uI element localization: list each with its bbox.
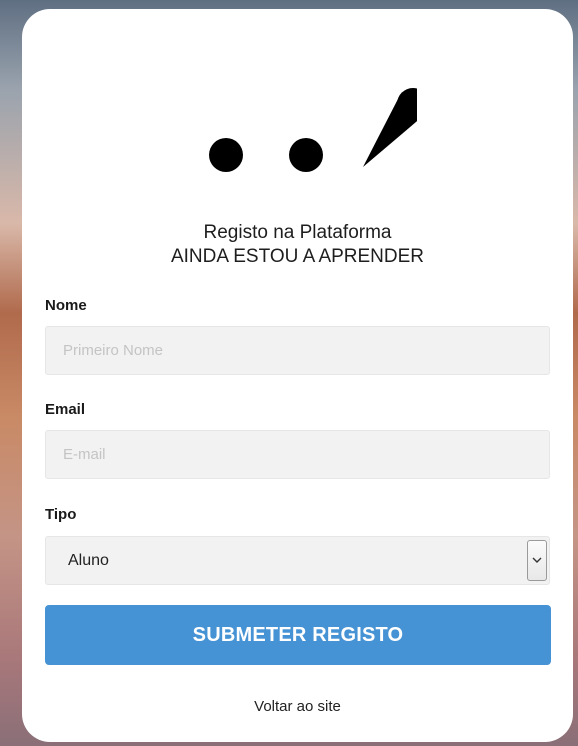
page-title: Registo na Plataforma bbox=[203, 222, 392, 243]
registration-card: Registo na Plataforma AINDA ESTOU A APRE… bbox=[22, 9, 573, 742]
tipo-selected-value: Aluno bbox=[68, 552, 109, 569]
chevron-down-icon bbox=[532, 557, 542, 563]
page-subtitle: AINDA ESTOU A APRENDER bbox=[170, 246, 425, 267]
nome-input[interactable] bbox=[45, 326, 550, 375]
email-input[interactable] bbox=[45, 430, 550, 479]
dots-and-comma-logo bbox=[209, 88, 417, 172]
email-label: Email bbox=[45, 401, 86, 418]
tipo-label: Tipo bbox=[45, 506, 77, 523]
tipo-select[interactable]: Aluno bbox=[45, 536, 550, 585]
submit-button[interactable]: SUBMETER REGISTO bbox=[45, 605, 551, 665]
select-dropdown-button[interactable] bbox=[527, 540, 547, 581]
back-to-site-link[interactable]: Voltar ao site bbox=[22, 698, 573, 715]
nome-label: Nome bbox=[45, 297, 87, 314]
